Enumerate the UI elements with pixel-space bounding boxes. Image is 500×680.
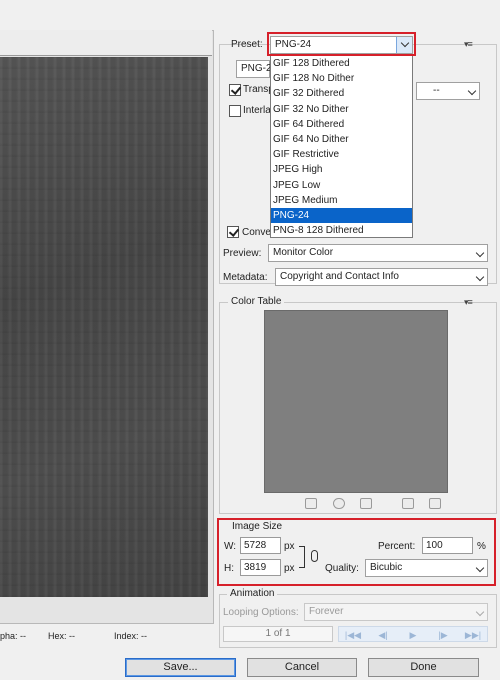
panel-menu-icon[interactable]: ▾≡ [464,39,473,50]
looping-label: Looping Options: [223,607,299,618]
next-frame-icon[interactable]: |▶ [428,628,458,642]
play-icon[interactable]: ▶ [398,628,428,642]
first-frame-icon[interactable]: |◀◀ [338,628,368,642]
color-table-title: Color Table [228,296,285,307]
convert-srgb-checkbox[interactable] [227,226,239,238]
preview-value: Monitor Color [273,247,334,258]
metadata-select[interactable]: Copyright and Contact Info [275,268,488,286]
lock-icon[interactable] [360,498,372,509]
color-table-menu-icon[interactable]: ▾≡ [464,297,473,308]
looping-value: Forever [309,606,344,617]
alpha-readout: pha: -- [0,631,27,641]
hex-readout: Hex: -- [48,631,75,641]
frame-counter: 1 of 1 [223,626,333,642]
metadata-value: Copyright and Contact Info [280,271,399,282]
chevron-down-icon [475,248,485,258]
map-color-icon[interactable] [305,498,317,509]
preset-option[interactable]: JPEG Low [271,178,412,193]
chevron-down-icon [467,86,477,96]
cancel-button[interactable]: Cancel [247,658,357,677]
matte-value: -- [433,85,440,96]
preset-option[interactable]: GIF 32 No Dither [271,102,412,117]
status-bar: pha: -- Hex: -- Index: -- [0,628,214,646]
convert-srgb-label: Conve [242,227,271,238]
previous-frame-icon[interactable]: ◀| [368,628,398,642]
chevron-down-icon [475,272,485,282]
metadata-label: Metadata: [223,272,268,283]
preset-highlight-box [267,32,416,56]
preview-label: Preview: [223,248,262,259]
trash-icon[interactable] [429,498,441,509]
interlaced-label: Interla [243,105,271,116]
interlaced-checkbox[interactable] [229,105,241,117]
preview-select[interactable]: Monitor Color [268,244,488,262]
preset-label: Preset: [231,39,263,50]
animation-title: Animation [227,588,278,599]
preset-option[interactable]: PNG-24 [271,207,412,224]
web-shift-icon[interactable] [333,498,345,509]
preset-option[interactable]: PNG-8 128 Dithered [271,223,412,238]
preset-option[interactable]: JPEG Medium [271,193,412,208]
index-readout: Index: -- [114,631,148,641]
transparency-checkbox[interactable] [229,84,241,96]
new-color-icon[interactable] [402,498,414,509]
chevron-down-icon [475,607,485,617]
save-button[interactable]: Save... [125,658,236,677]
preset-option[interactable]: GIF 64 Dithered [271,117,412,132]
image-preview[interactable] [0,57,208,597]
preset-option[interactable]: JPEG High [271,162,412,177]
preset-option[interactable]: GIF 64 No Dither [271,132,412,147]
done-button[interactable]: Done [368,658,479,677]
preset-option[interactable]: GIF 128 No Dither [271,71,412,86]
preview-panel [0,30,214,624]
preset-options-list[interactable]: GIF 128 Dithered GIF 128 No Dither GIF 32 … [270,55,413,238]
image-size-highlight-box [217,518,496,586]
preset-option[interactable]: GIF Restrictive [271,147,412,162]
preview-tab-strip [0,30,212,56]
preset-option[interactable]: GIF 32 Dithered [271,86,412,101]
preset-option[interactable]: GIF 128 Dithered [271,56,412,71]
format-value: PNG-2 [241,63,272,74]
color-table-swatches[interactable] [264,310,448,493]
last-frame-icon[interactable]: ▶▶| [458,628,488,642]
matte-select[interactable]: -- [416,82,480,100]
looping-select[interactable]: Forever [304,603,488,621]
format-select[interactable]: PNG-2 [236,60,272,78]
